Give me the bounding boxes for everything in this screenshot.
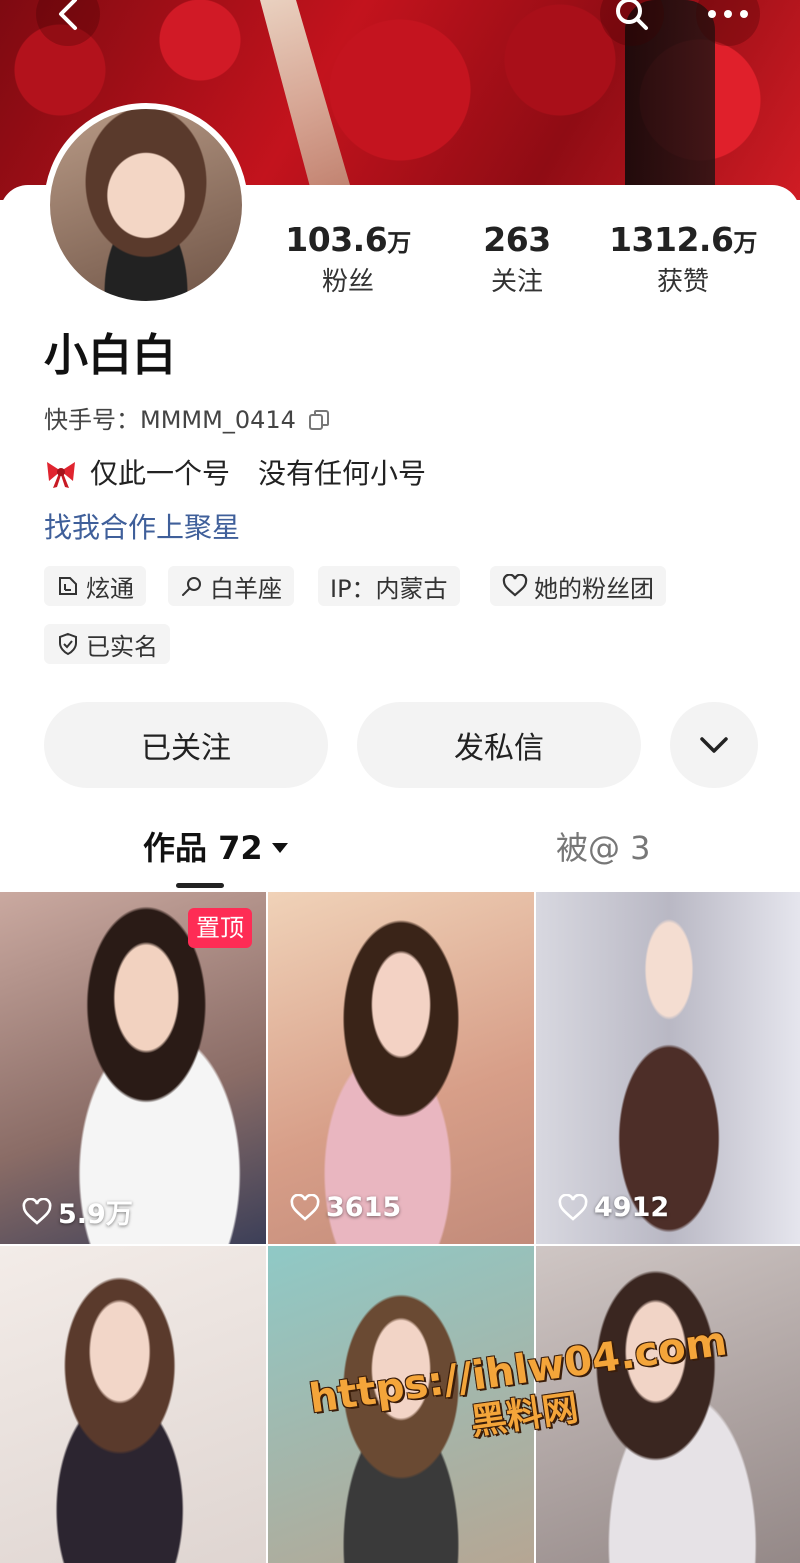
stat-fans-value: 103.6万	[285, 220, 411, 259]
stat-likes-value: 1312.6万	[609, 220, 757, 259]
like-count-text: 3615	[326, 1192, 402, 1223]
cooperation-link[interactable]: 找我合作上聚星	[44, 508, 240, 548]
zodiac-icon	[182, 577, 201, 596]
search-icon	[616, 0, 648, 30]
tag-fan-club[interactable]: 她的粉丝团	[490, 566, 666, 606]
bio-line-1: 仅此一个号	[90, 457, 231, 490]
bow-icon	[47, 462, 75, 488]
tag-real-name: 已实名	[44, 624, 170, 664]
tab-works-label: 作品 72	[143, 829, 263, 867]
tab-works[interactable]: 作品 72	[143, 826, 289, 870]
like-count-text: 5.9万	[58, 1199, 133, 1230]
kuaishou-id: 快手号：MMMM_0414	[44, 403, 330, 437]
profile-stats: 103.6万 粉丝 263 关注 1312.6万 获赞	[0, 222, 800, 302]
tag-ip-label: IP：内蒙古	[330, 574, 448, 603]
tag-zodiac[interactable]: 白羊座	[168, 566, 294, 606]
caret-down-icon	[271, 843, 288, 853]
stat-likes-label: 获赞	[656, 267, 709, 297]
shield-icon	[59, 632, 77, 656]
tag-real-name-label: 已实名	[86, 632, 158, 661]
copy-icon[interactable]	[308, 409, 330, 431]
pinned-badge: 置顶	[188, 908, 252, 948]
tag-xuantong[interactable]: 炫通	[44, 566, 146, 606]
video-like-count: 4912	[558, 1192, 669, 1223]
xuantong-icon	[59, 577, 77, 595]
video-tile[interactable]: 置顶 5.9万	[0, 892, 266, 1244]
works-grid: 置顶 5.9万 3615 4912	[0, 892, 800, 1563]
stat-following[interactable]: 263 关注	[432, 220, 602, 298]
more-actions-button[interactable]	[670, 702, 758, 788]
tag-ip-location: IP：内蒙古	[318, 566, 460, 606]
back-icon	[59, 0, 77, 30]
video-thumbnail	[0, 1246, 266, 1563]
stat-fans[interactable]: 103.6万 粉丝	[263, 220, 433, 298]
like-icon	[290, 1193, 320, 1221]
tab-mentions[interactable]: 被@ 3	[556, 826, 651, 870]
stat-following-label: 关注	[490, 267, 543, 297]
like-count-text: 4912	[594, 1192, 670, 1223]
followed-button[interactable]: 已关注	[44, 702, 328, 788]
stat-following-value: 263	[483, 220, 551, 259]
tag-fan-club-label: 她的粉丝团	[534, 574, 654, 603]
send-message-button[interactable]: 发私信	[357, 702, 641, 788]
bio-line-2: 没有任何小号	[258, 457, 427, 490]
video-like-count: 5.9万	[22, 1192, 133, 1231]
video-tile[interactable]: 3615	[268, 892, 534, 1244]
like-icon	[558, 1193, 588, 1221]
stat-fans-label: 粉丝	[321, 267, 374, 297]
video-tile[interactable]: 4912	[536, 892, 800, 1244]
tag-xuantong-label: 炫通	[86, 574, 134, 603]
like-icon	[22, 1197, 52, 1225]
video-like-count: 3615	[290, 1192, 401, 1223]
tag-zodiac-label: 白羊座	[210, 574, 282, 603]
cover-decoration	[260, 0, 350, 185]
chevron-down-icon	[700, 737, 728, 753]
more-icon	[708, 10, 748, 18]
stat-likes[interactable]: 1312.6万 获赞	[598, 220, 768, 298]
kuaishou-id-text: 快手号：MMMM_0414	[44, 406, 296, 434]
profile-name: 小白白	[44, 330, 176, 381]
active-tab-indicator	[176, 883, 224, 888]
profile-bio: 仅此一个号 没有任何小号	[44, 454, 426, 494]
video-tile[interactable]	[0, 1246, 266, 1563]
heart-outline-icon	[502, 574, 528, 597]
